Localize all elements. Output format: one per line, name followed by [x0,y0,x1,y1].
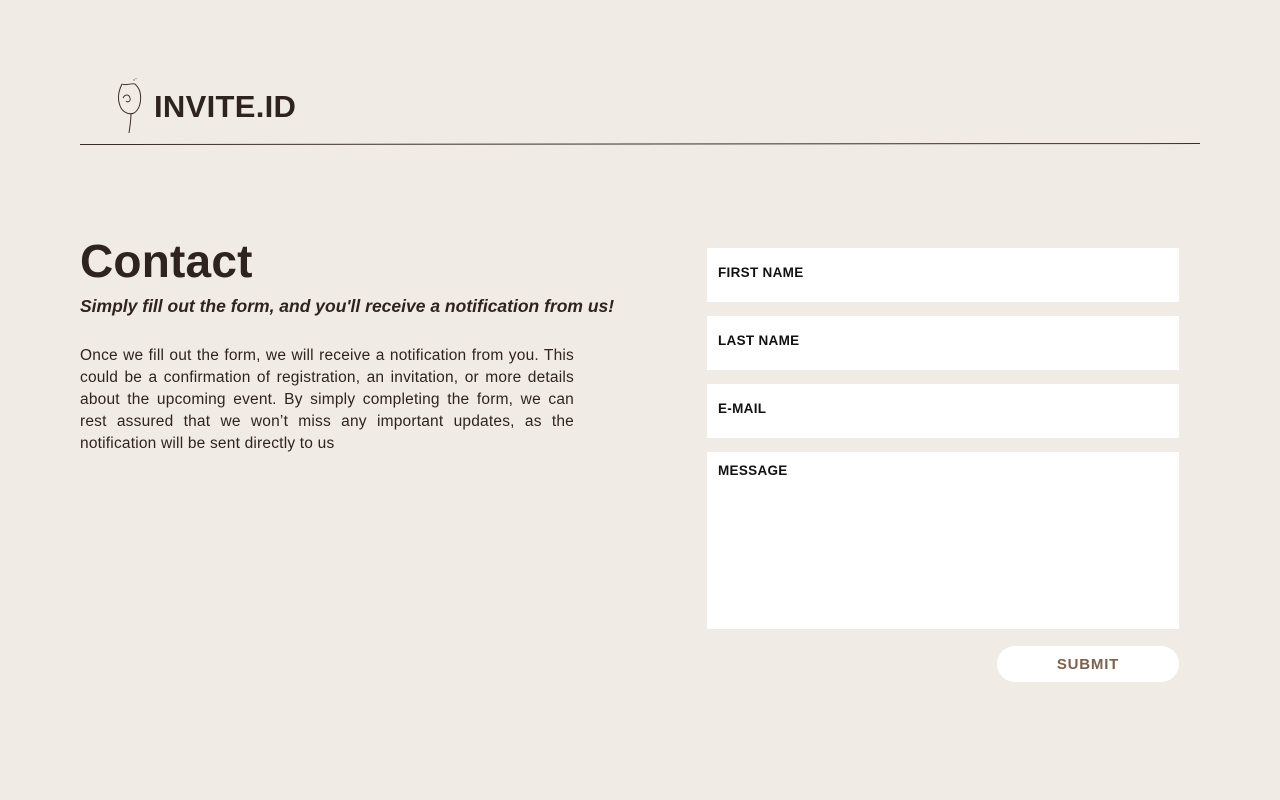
message-field[interactable]: MESSAGE [707,452,1179,629]
email-field[interactable]: E-MAIL [707,384,1179,438]
email-label: E-MAIL [718,401,767,416]
intro-section: Contact Simply fill out the form, and yo… [80,236,660,455]
intro-paragraph: Once we fill out the form, we will recei… [80,347,574,453]
header-divider [79,143,1201,145]
last-name-label: LAST NAME [718,333,800,348]
logo[interactable]: INVITE.ID [116,78,296,134]
contact-form: FIRST NAME LAST NAME E-MAIL MESSAGE SUBM… [707,248,1179,682]
site-header: INVITE.ID [79,60,1201,146]
submit-button[interactable]: SUBMIT [997,646,1179,682]
first-name-field[interactable]: FIRST NAME [707,248,1179,302]
message-label: MESSAGE [718,463,788,478]
last-name-field[interactable]: LAST NAME [707,316,1179,370]
page-title: Contact [80,235,253,287]
first-name-label: FIRST NAME [718,265,804,280]
logo-text: INVITE.ID [154,88,297,124]
contact-page: INVITE.ID Contact Simply fill out the fo… [0,0,1280,800]
wine-glass-icon [118,78,142,134]
page-subtitle: Simply fill out the form, and you'll rec… [80,295,615,316]
